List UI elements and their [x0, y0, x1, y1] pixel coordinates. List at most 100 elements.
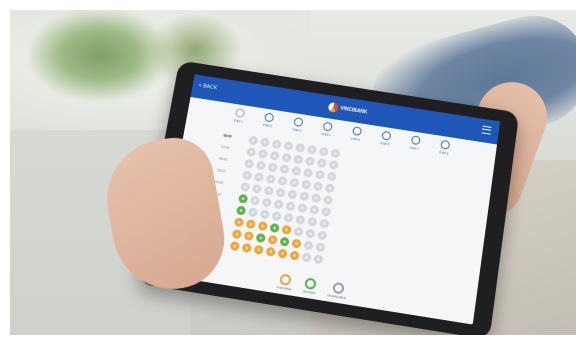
slot-booked[interactable]: [236, 205, 246, 215]
step-dot-icon: [234, 108, 244, 118]
slot-unavailable[interactable]: [317, 158, 327, 168]
slot-unavailable[interactable]: [276, 187, 286, 197]
slot-unavailable[interactable]: [303, 240, 313, 250]
slot-unavailable[interactable]: [244, 158, 254, 168]
slot-unavailable[interactable]: [287, 189, 297, 199]
slot-unavailable[interactable]: [301, 252, 311, 262]
step-label: STEP 7: [404, 145, 424, 152]
slot-available[interactable]: [289, 250, 299, 260]
slot-unavailable[interactable]: [258, 148, 268, 158]
step-item[interactable]: STEP 2: [256, 112, 279, 134]
step-label: STEP 5: [345, 136, 365, 143]
legend-ring-icon: [304, 277, 317, 290]
slot-available[interactable]: [291, 238, 301, 248]
slot-unavailable[interactable]: [309, 204, 319, 214]
step-item[interactable]: STEP 3: [286, 116, 309, 138]
slot-unavailable[interactable]: [252, 183, 262, 193]
legend-item: AVAILABLE: [276, 273, 293, 291]
slot-unavailable[interactable]: [266, 174, 276, 184]
slot-unavailable[interactable]: [270, 150, 280, 160]
back-button[interactable]: < BACK: [198, 83, 218, 92]
slot-unavailable[interactable]: [254, 172, 264, 182]
slot-available[interactable]: [242, 242, 252, 252]
slot-available[interactable]: [281, 224, 291, 234]
plant: [30, 10, 170, 100]
slot-unavailable[interactable]: [260, 137, 270, 147]
slot-unavailable[interactable]: [301, 179, 311, 189]
step-label: STEP 4: [316, 131, 336, 138]
slot-unavailable[interactable]: [248, 207, 258, 217]
slot-available[interactable]: [277, 248, 287, 258]
slot-unavailable[interactable]: [272, 139, 282, 149]
slot-unavailable[interactable]: [268, 162, 278, 172]
slot-unavailable[interactable]: [321, 206, 331, 216]
slot-unavailable[interactable]: [317, 230, 327, 240]
slot-unavailable[interactable]: [315, 242, 325, 252]
slot-available[interactable]: [234, 217, 244, 227]
slot-unavailable[interactable]: [295, 214, 305, 224]
slot-available[interactable]: [266, 246, 276, 256]
step-dot-icon: [351, 126, 361, 136]
step-item[interactable]: STEP 4: [315, 121, 338, 143]
slot-unavailable[interactable]: [283, 141, 293, 151]
slot-unavailable[interactable]: [293, 154, 303, 164]
slot-unavailable[interactable]: [329, 159, 339, 169]
slot-unavailable[interactable]: [313, 254, 323, 264]
step-item[interactable]: STEP 1: [227, 107, 250, 129]
slot-unavailable[interactable]: [277, 175, 287, 185]
slot-unavailable[interactable]: [242, 170, 252, 180]
slot-unavailable[interactable]: [289, 177, 299, 187]
slot-unavailable[interactable]: [297, 202, 307, 212]
slot-unavailable[interactable]: [240, 181, 250, 191]
slot-available[interactable]: [230, 240, 240, 250]
slot-available[interactable]: [246, 219, 256, 229]
slot-available[interactable]: [268, 234, 278, 244]
slot-unavailable[interactable]: [279, 164, 289, 174]
legend-ring-icon: [332, 282, 345, 295]
time-label: 07:00: [221, 145, 247, 153]
slot-available[interactable]: [254, 244, 264, 254]
slot-unavailable[interactable]: [325, 183, 335, 193]
slot-unavailable[interactable]: [330, 148, 340, 158]
slot-unavailable[interactable]: [272, 211, 282, 221]
slot-unavailable[interactable]: [281, 152, 291, 162]
slot-unavailable[interactable]: [246, 147, 256, 157]
step-item[interactable]: STEP 5: [344, 125, 367, 147]
slot-unavailable[interactable]: [262, 197, 272, 207]
menu-icon[interactable]: [482, 126, 492, 135]
slot-unavailable[interactable]: [307, 144, 317, 154]
slot-unavailable[interactable]: [293, 226, 303, 236]
slot-unavailable[interactable]: [303, 167, 313, 177]
slot-unavailable[interactable]: [256, 160, 266, 170]
slot-available[interactable]: [258, 220, 268, 230]
slot-unavailable[interactable]: [291, 166, 301, 176]
slot-unavailable[interactable]: [285, 201, 295, 211]
step-item[interactable]: STEP 6: [374, 130, 397, 152]
slot-unavailable[interactable]: [248, 135, 258, 145]
slot-unavailable[interactable]: [295, 142, 305, 152]
slot-booked[interactable]: [279, 236, 289, 246]
slot-unavailable[interactable]: [319, 146, 329, 156]
slot-unavailable[interactable]: [315, 169, 325, 179]
slot-unavailable[interactable]: [274, 199, 284, 209]
slot-available[interactable]: [244, 230, 254, 240]
slot-unavailable[interactable]: [264, 185, 274, 195]
slot-booked[interactable]: [270, 222, 280, 232]
slot-unavailable[interactable]: [307, 216, 317, 226]
slot-unavailable[interactable]: [305, 228, 315, 238]
slot-booked[interactable]: [238, 193, 248, 203]
slot-unavailable[interactable]: [250, 195, 260, 205]
slot-unavailable[interactable]: [260, 209, 270, 219]
slot-booked[interactable]: [256, 232, 266, 242]
step-item[interactable]: STEP 8: [433, 139, 455, 161]
slot-unavailable[interactable]: [327, 171, 337, 181]
slot-available[interactable]: [232, 229, 242, 239]
step-item[interactable]: STEP 7: [403, 134, 425, 156]
slot-unavailable[interactable]: [283, 212, 293, 222]
slot-unavailable[interactable]: [299, 191, 309, 201]
slot-unavailable[interactable]: [319, 218, 329, 228]
slot-unavailable[interactable]: [305, 156, 315, 166]
slot-unavailable[interactable]: [323, 194, 333, 204]
slot-unavailable[interactable]: [311, 193, 321, 203]
slot-unavailable[interactable]: [313, 181, 323, 191]
